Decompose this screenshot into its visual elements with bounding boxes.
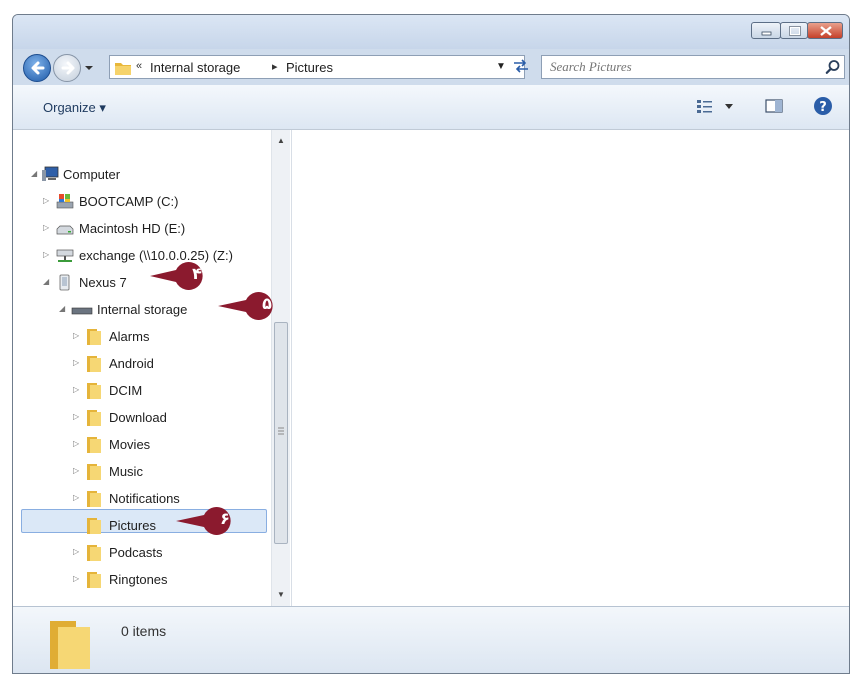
- command-bar: Organize ▾ ?: [13, 85, 849, 130]
- back-button[interactable]: [23, 54, 51, 82]
- tree-label: Download: [109, 410, 167, 425]
- preview-pane-icon[interactable]: [765, 98, 783, 114]
- arrow-right-icon: [61, 61, 75, 75]
- callout-number: ۶: [220, 509, 230, 528]
- tree-label: Macintosh HD (E:): [79, 221, 186, 236]
- callout-step-6: ۶: [176, 505, 244, 535]
- tree-label: Podcasts: [109, 545, 163, 560]
- folder-icon: [87, 356, 101, 372]
- search-icon[interactable]: [825, 59, 841, 75]
- collapse-arrow-icon[interactable]: ◢: [31, 169, 37, 178]
- drive-icon: [56, 225, 74, 235]
- expand-arrow-icon[interactable]: ▷: [73, 493, 79, 502]
- vertical-scrollbar[interactable]: ▲ ▼: [271, 130, 290, 606]
- arrow-left-icon: [31, 61, 45, 75]
- collapse-arrow-icon[interactable]: ◢: [59, 304, 65, 313]
- tree-label: Notifications: [109, 491, 180, 506]
- callout-step-5: ۵: [218, 290, 286, 320]
- breadcrumb-overflow[interactable]: «: [136, 60, 142, 72]
- maximize-button[interactable]: [780, 22, 808, 39]
- close-button[interactable]: [807, 22, 843, 39]
- drive-c-icon: [56, 194, 74, 209]
- tree-label: Ringtones: [109, 572, 168, 587]
- navigation-pane: ◢ Computer ▷ BOOTCAMP (C:) ▷ Macintosh H…: [13, 130, 292, 606]
- tree-label: BOOTCAMP (C:): [79, 194, 179, 209]
- expand-arrow-icon[interactable]: ▷: [73, 358, 79, 367]
- forward-button[interactable]: [53, 54, 81, 82]
- tree-label: Alarms: [109, 329, 150, 344]
- folder-icon: [87, 410, 101, 426]
- device-icon: [59, 274, 70, 291]
- folder-icon: [87, 329, 101, 345]
- tree-label: DCIM: [109, 383, 143, 398]
- organize-button[interactable]: Organize ▾: [43, 100, 106, 116]
- folder-icon: [87, 464, 101, 480]
- view-dropdown-icon[interactable]: [724, 103, 734, 111]
- folder-icon: [87, 491, 101, 507]
- expand-arrow-icon[interactable]: ▷: [73, 574, 79, 583]
- folder-icon: [87, 383, 101, 399]
- network-drive-icon: [56, 249, 74, 262]
- search-input[interactable]: [550, 58, 810, 76]
- tree-label: Android: [109, 356, 154, 371]
- breadcrumb-internal-storage[interactable]: Internal storage: [150, 60, 240, 75]
- expand-arrow-icon[interactable]: ▷: [73, 331, 79, 340]
- item-count: 0 items: [121, 623, 167, 639]
- expand-arrow-icon[interactable]: ▷: [43, 223, 49, 232]
- tree-label: Music: [109, 464, 143, 479]
- scroll-thumb[interactable]: [274, 322, 288, 544]
- expand-arrow-icon[interactable]: ▷: [43, 250, 49, 259]
- folder-icon: [87, 572, 101, 588]
- expand-arrow-icon[interactable]: ▷: [73, 439, 79, 448]
- tree-label: Computer: [63, 167, 121, 182]
- folder-icon: [87, 518, 101, 534]
- expand-arrow-icon[interactable]: ▷: [73, 385, 79, 394]
- breadcrumb-pictures[interactable]: Pictures: [286, 60, 333, 75]
- search-box[interactable]: [541, 55, 845, 79]
- address-bar[interactable]: « Internal storage ▸ Pictures ▼: [109, 55, 525, 79]
- callout-step-4: ۴: [150, 260, 216, 290]
- expand-arrow-icon[interactable]: ▷: [73, 547, 79, 556]
- svg-text:?: ?: [819, 100, 827, 115]
- grip-icon: [278, 427, 284, 435]
- title-bar: [13, 15, 849, 49]
- details-pane: 0 items: [13, 606, 849, 673]
- refresh-icon[interactable]: [510, 55, 532, 77]
- recent-pages-dropdown[interactable]: [84, 63, 94, 73]
- collapse-arrow-icon[interactable]: ◢: [43, 277, 49, 286]
- callout-number: ۴: [192, 264, 202, 283]
- expand-arrow-icon[interactable]: ▷: [73, 466, 79, 475]
- explorer-window: « Internal storage ▸ Pictures ▼ Organize…: [12, 14, 850, 674]
- address-row: « Internal storage ▸ Pictures ▼: [13, 49, 849, 85]
- scroll-down-icon[interactable]: ▼: [277, 590, 285, 599]
- computer-icon: [42, 166, 59, 181]
- tree-label: Pictures: [109, 518, 156, 533]
- file-list-area[interactable]: [292, 130, 849, 606]
- address-dropdown-icon[interactable]: ▼: [496, 61, 506, 72]
- folder-icon: [115, 63, 131, 75]
- tree-label: Internal storage: [97, 302, 188, 317]
- storage-icon: [71, 307, 93, 315]
- expand-arrow-icon[interactable]: ▷: [43, 196, 49, 205]
- view-options-icon[interactable]: [696, 98, 714, 114]
- minimize-button[interactable]: [751, 22, 781, 39]
- folder-icon: [87, 545, 101, 561]
- folder-icon: [87, 437, 101, 453]
- help-icon[interactable]: ?: [813, 96, 833, 116]
- tree-label: Movies: [109, 437, 151, 452]
- tree-label: Nexus 7: [79, 275, 127, 290]
- breadcrumb-separator-icon: ▸: [272, 61, 278, 73]
- callout-number: ۵: [262, 294, 272, 313]
- folder-icon: [50, 621, 90, 669]
- expand-arrow-icon[interactable]: ▷: [73, 412, 79, 421]
- scroll-up-icon[interactable]: ▲: [277, 136, 285, 145]
